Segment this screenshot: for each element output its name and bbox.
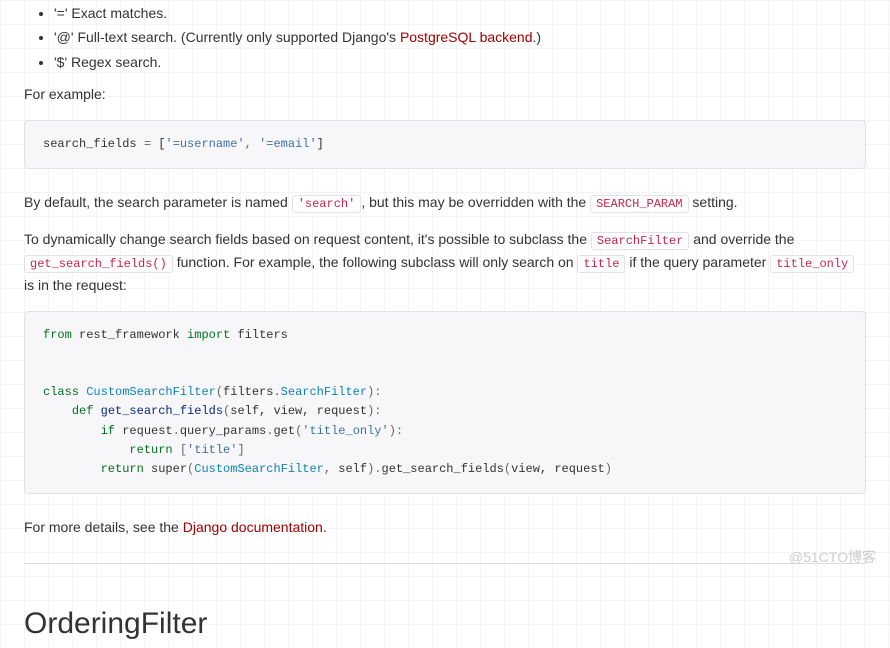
code-inline: get_search_fields() bbox=[24, 255, 173, 273]
code-inline: SEARCH_PARAM bbox=[590, 195, 688, 213]
text: , but this may be overridden with the bbox=[361, 194, 590, 210]
text: function. For example, the following sub… bbox=[173, 254, 578, 270]
para-example: For example: bbox=[24, 83, 866, 105]
text: is in the request: bbox=[24, 277, 127, 293]
list-item: '$' Regex search. bbox=[54, 51, 866, 73]
doc-page: '=' Exact matches. '@' Full-text search.… bbox=[0, 2, 890, 648]
list-text: .) bbox=[533, 29, 542, 45]
postgres-link[interactable]: PostgreSQL backend bbox=[400, 29, 533, 45]
list-text: '@' Full-text search. (Currently only su… bbox=[54, 29, 400, 45]
watermark: @51CTO博客 bbox=[789, 546, 876, 568]
section-divider bbox=[24, 563, 866, 564]
text: For more details, see the bbox=[24, 519, 183, 535]
para-default-search: By default, the search parameter is name… bbox=[24, 191, 866, 214]
text: To dynamically change search fields base… bbox=[24, 231, 591, 247]
text: . bbox=[323, 519, 327, 535]
django-doc-link[interactable]: Django documentation bbox=[183, 519, 323, 535]
text: and override the bbox=[689, 231, 794, 247]
list-item: '@' Full-text search. (Currently only su… bbox=[54, 26, 866, 48]
para-dynamic: To dynamically change search fields base… bbox=[24, 228, 866, 297]
list-text: '$' Regex search. bbox=[54, 54, 161, 70]
code-block-custom-filter: from rest_framework import filters class… bbox=[24, 311, 866, 495]
para-more-details: For more details, see the Django documen… bbox=[24, 516, 866, 538]
code-inline: title_only bbox=[770, 255, 854, 273]
list-item: '=' Exact matches. bbox=[54, 2, 866, 24]
text: setting. bbox=[689, 194, 738, 210]
text: By default, the search parameter is name… bbox=[24, 194, 292, 210]
code-inline: title bbox=[577, 255, 625, 273]
text: if the query parameter bbox=[625, 254, 770, 270]
code-inline: 'search' bbox=[292, 195, 362, 213]
heading-orderingfilter: OrderingFilter bbox=[24, 594, 866, 648]
code-block-search-fields: search_fields = ['=username', '=email'] bbox=[24, 120, 866, 169]
prefix-list: '=' Exact matches. '@' Full-text search.… bbox=[24, 2, 866, 73]
code-inline: SearchFilter bbox=[591, 232, 689, 250]
list-text: '=' Exact matches. bbox=[54, 5, 167, 21]
